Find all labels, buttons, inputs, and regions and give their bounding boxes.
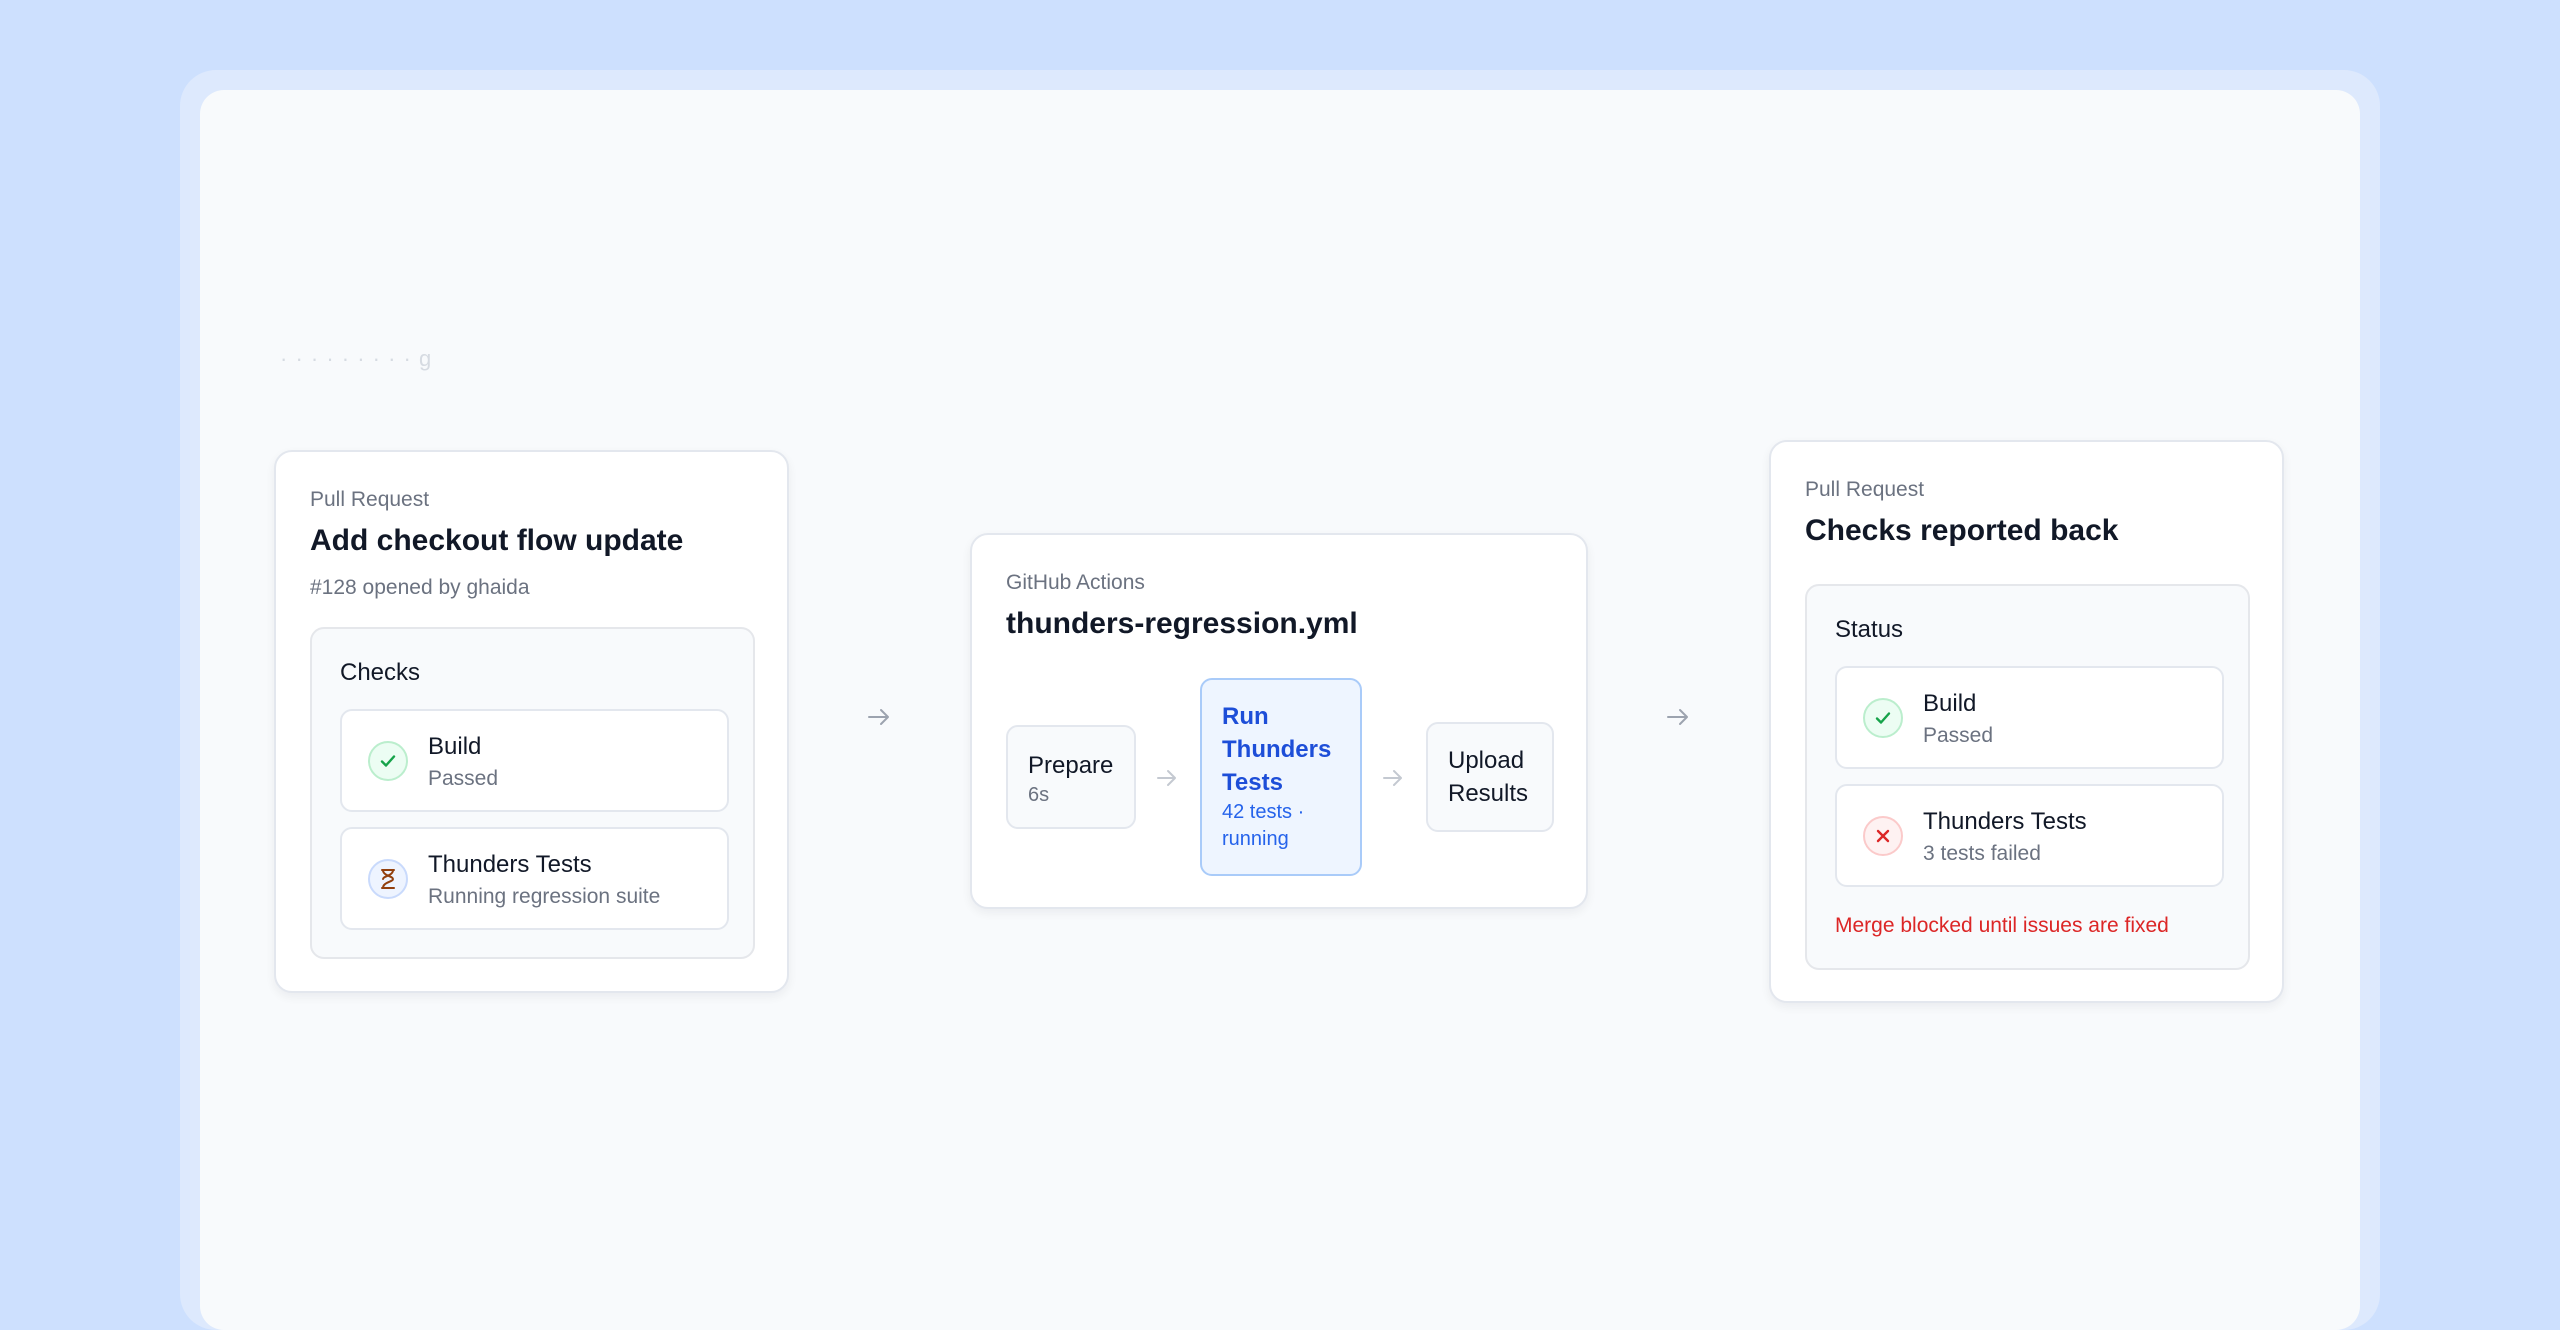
check-icon	[1863, 698, 1903, 738]
check-name: Build	[428, 733, 482, 760]
check-name: Thunders Tests	[1923, 808, 2087, 835]
step-name: Run Thunders Tests	[1222, 703, 1332, 796]
check-status: 3 tests failed	[1923, 842, 2041, 865]
step-prepare[interactable]: Prepare 6s	[1006, 725, 1136, 829]
x-icon	[1863, 816, 1903, 856]
card-subtitle: #128 opened by ghaida	[310, 576, 530, 599]
arrow-right-icon	[1381, 764, 1405, 795]
check-icon	[368, 741, 408, 781]
checks-panel: Checks Build Passed Thunders Tests Runni…	[310, 627, 755, 959]
check-name: Thunders Tests	[428, 851, 592, 878]
step-name: Prepare	[1028, 752, 1114, 779]
status-row-thunders-tests[interactable]: Thunders Tests 3 tests failed	[1835, 784, 2224, 887]
card-title: Add checkout flow update	[310, 524, 684, 557]
step-name: Upload Results	[1448, 747, 1529, 807]
check-name: Build	[1923, 690, 1977, 717]
step-detail: 42 tests · running	[1222, 801, 1305, 850]
status-panel: Status Build Passed Thunders Tests 3 tes…	[1805, 584, 2250, 970]
step-run-thunders-tests[interactable]: Run Thunders Tests 42 tests · running	[1200, 678, 1362, 876]
card-eyebrow: GitHub Actions	[1006, 571, 1145, 594]
panel-title: Status	[1835, 616, 1904, 643]
merge-blocked-message: Merge blocked until issues are fixed	[1835, 914, 2169, 937]
arrow-right-icon	[1665, 704, 1691, 735]
arrow-right-icon	[1155, 764, 1179, 795]
faded-caption: · · · · · · · · · g	[280, 346, 433, 371]
workflow-file-name: thunders-regression.yml	[1006, 607, 1358, 640]
check-row-build[interactable]: Build Passed	[340, 709, 729, 812]
step-detail: 6s	[1028, 784, 1050, 806]
check-status: Passed	[1923, 724, 1994, 747]
hourglass-icon	[368, 859, 408, 899]
panel-title: Checks	[340, 659, 421, 686]
card-eyebrow: Pull Request	[1805, 478, 1925, 501]
check-status: Running regression suite	[428, 885, 661, 908]
card-title: Checks reported back	[1805, 514, 2119, 547]
status-row-build[interactable]: Build Passed	[1835, 666, 2224, 769]
card-eyebrow: Pull Request	[310, 488, 430, 511]
checks-result-card: Pull Request Checks reported back Status…	[1769, 440, 2284, 1003]
step-upload-results[interactable]: Upload Results	[1426, 722, 1554, 832]
workflow-card: GitHub Actions thunders-regression.yml P…	[970, 533, 1588, 909]
arrow-right-icon	[866, 704, 892, 735]
pull-request-card: Pull Request Add checkout flow update #1…	[274, 450, 789, 993]
check-row-thunders-tests[interactable]: Thunders Tests Running regression suite	[340, 827, 729, 930]
check-status: Passed	[428, 767, 499, 790]
